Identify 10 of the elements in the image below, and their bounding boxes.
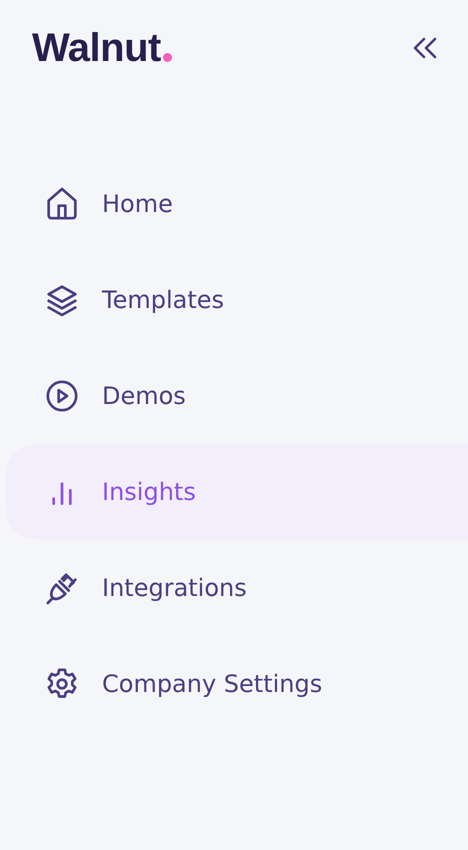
nav-item[interactable]: Integrations (6, 541, 468, 635)
double-chevron-icon (412, 37, 438, 59)
nav-item[interactable]: Company Settings (6, 637, 468, 731)
logo-text: Walnut (32, 28, 161, 68)
nav-item[interactable]: Templates (6, 253, 468, 347)
nav-item[interactable]: Home (6, 157, 468, 251)
collapse-button[interactable] (412, 37, 438, 59)
nav-item[interactable]: Demos (6, 349, 468, 443)
logo-dot-icon (162, 53, 172, 62)
nav-item[interactable]: Insights (6, 445, 468, 539)
